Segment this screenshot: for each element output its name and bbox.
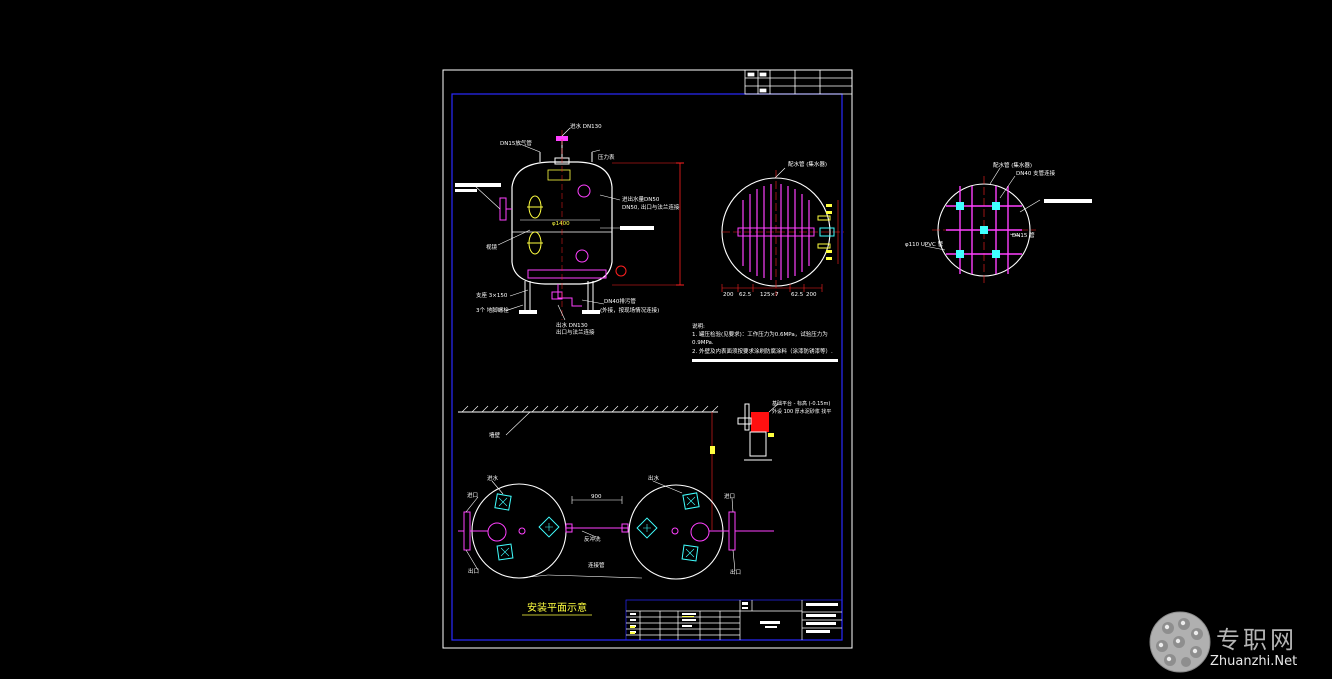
label-slot-pipe: DN15 管 [1012, 231, 1035, 239]
label-vent: DN15放气管 [500, 139, 532, 147]
label-pressure: 压力表 [598, 153, 615, 161]
dim-d: 62.5 [791, 292, 804, 298]
notes-heading: 说明: [692, 322, 705, 330]
label-drain: DN40排污管 [604, 297, 636, 305]
label-sight-glass: 视镜 [486, 243, 498, 251]
distributor-plan-a: 200 62.5 125×7 62.5 200 配水管 (集水器) [721, 160, 844, 298]
plan-labels: 进水 出水 进口 进口 出口 出口 900 反冲洗 连接管 [465, 474, 741, 579]
dim-a: 200 [723, 292, 734, 298]
label-base-2: 外设 100 厚水泥砂浆 找平 [772, 408, 831, 415]
label-connector: 连接管 [588, 561, 605, 569]
notes-block: 说明: 1. 罐压检验(见要求)：工作压力为0.6MPa，试验压力为 0.9MP… [692, 322, 838, 362]
label-top-inlet: 进水 DN130 [570, 122, 602, 130]
dim-c: 125×7 [760, 292, 779, 298]
distributor-plan-b: 配水管 (集水器) DN40 支管连接 DN15 管 φ110 UPVC 管 [905, 161, 1092, 286]
wall-line: 墙壁 [458, 405, 719, 530]
label-drain-note: (外接，按现场情况连接) [600, 306, 659, 314]
watermark-english: Zhuanzhi.Net [1210, 654, 1298, 669]
tank-plan-left [463, 483, 567, 579]
dim-e: 200 [806, 292, 817, 298]
interconnect-pipe [458, 496, 774, 533]
manhole-upper [577, 184, 591, 198]
dim-b: 62.5 [739, 292, 752, 298]
label-inlet-a: 进口 [467, 491, 478, 499]
drawing-title-group: 安装平面示意 [522, 601, 592, 616]
label-diameter: φ1400 [552, 221, 570, 227]
label-outlet-b: 出口 [730, 568, 741, 576]
label-outlet-flange: 出口与法兰连接 [556, 328, 595, 336]
watermark-chinese: 专职网 [1216, 626, 1297, 654]
drawing-title: 安装平面示意 [527, 601, 587, 614]
tank-plan-right [628, 484, 736, 580]
revision-block [744, 69, 853, 95]
label-wall: 墙壁 [489, 431, 501, 439]
label-anchor: 3个 地脚螺栓 [476, 306, 509, 314]
note-line-2: 0.9MPa. [692, 340, 714, 346]
manhole-lower [575, 249, 589, 263]
title-block [625, 599, 843, 641]
label-outlet-spec: DN50, 出口与法兰连接 [622, 203, 680, 211]
cad-drawing-canvas: 进水 DN130 DN15放气管 压力表 视镜 进出水量DN50 DN50, 出… [442, 69, 1211, 673]
label-support: 支座 3×150 [476, 291, 508, 299]
note-line-3: 2. 外壁及内表面须按要求涂刷防腐涂料（涂漆防锈漆等）. [692, 347, 833, 355]
label-backwash: 反冲洗 [584, 535, 601, 543]
note-line-1: 1. 罐压检验(见要求)：工作压力为0.6MPa，试验压力为 [692, 330, 828, 338]
label-distributor-a: 配水管 (集水器) [788, 160, 827, 168]
label-distributor-b: 配水管 (集水器) [993, 161, 1032, 169]
label-shell: 进出水量DN50 [622, 195, 660, 203]
label-water-out: 出水 [648, 474, 660, 482]
label-bottom-outlet: 出水 DN130 [556, 321, 588, 329]
label-main-pipe: φ110 UPVC 管 [905, 240, 944, 248]
label-branch-pipe: DN40 支管连接 [1016, 169, 1056, 177]
label-base-1: 基础平台 - 标高 (-0.15m) [772, 400, 830, 407]
label-outlet-a: 出口 [468, 567, 479, 575]
label-inlet-b: 进口 [724, 492, 735, 500]
label-water-in: 进水 [487, 474, 499, 482]
label-spacing: 900 [591, 494, 602, 500]
watermark-logo-icon [1149, 611, 1211, 673]
base-detail: 基础平台 - 标高 (-0.15m) 外设 100 厚水泥砂浆 找平 [737, 400, 831, 461]
